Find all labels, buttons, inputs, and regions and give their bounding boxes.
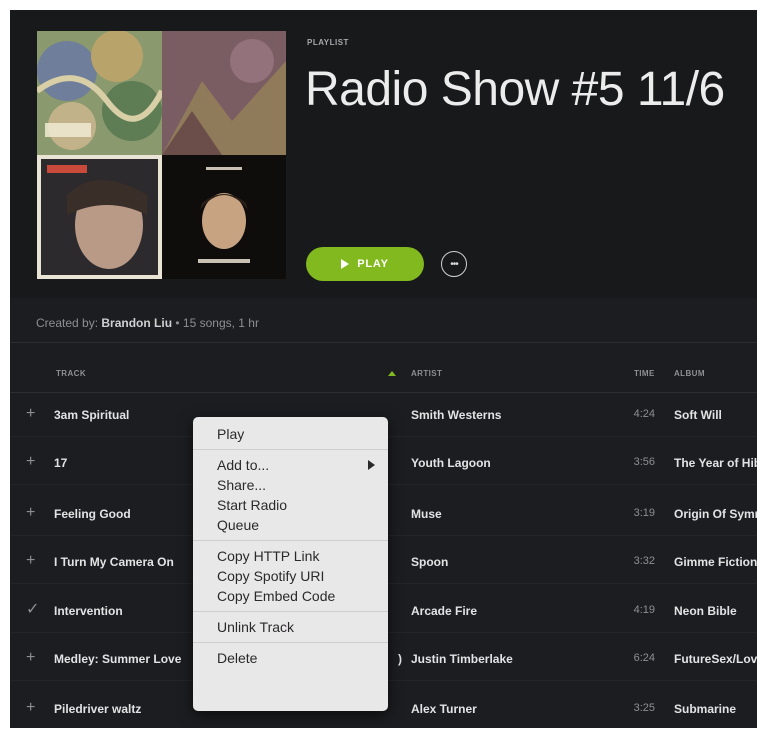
track-name-tail: ): [398, 652, 402, 666]
add-track-icon[interactable]: +: [26, 453, 35, 471]
owner-link[interactable]: Brandon Liu: [101, 316, 172, 330]
track-artist[interactable]: Justin Timberlake: [411, 652, 513, 666]
track-album[interactable]: Origin Of Symmetry: [674, 507, 757, 521]
column-header-album[interactable]: ALBUM: [674, 369, 705, 378]
menu-item-queue[interactable]: Queue: [193, 515, 388, 535]
playlist-header: PLAYLIST Radio Show #5 11/6 PLAY •••: [10, 10, 757, 298]
track-time: 3:19: [633, 507, 655, 519]
add-track-icon[interactable]: +: [26, 405, 35, 423]
track-album[interactable]: Neon Bible: [674, 604, 757, 618]
track-name: Piledriver waltz: [54, 702, 142, 716]
track-album[interactable]: Soft Will: [674, 408, 757, 422]
menu-item-share[interactable]: Share...: [193, 475, 388, 495]
spotify-window: PLAYLIST Radio Show #5 11/6 PLAY ••• Cre…: [10, 10, 757, 728]
track-artist[interactable]: Alex Turner: [411, 702, 477, 716]
play-icon: [341, 259, 350, 269]
menu-separator: [193, 642, 388, 643]
menu-separator: [193, 611, 388, 612]
created-by-label: Created by:: [36, 316, 99, 330]
menu-item-start-radio[interactable]: Start Radio: [193, 495, 388, 515]
track-album[interactable]: Submarine: [674, 702, 757, 716]
sort-ascending-icon[interactable]: [388, 371, 396, 376]
track-artist[interactable]: Spoon: [411, 555, 448, 569]
add-track-icon[interactable]: +: [26, 504, 35, 522]
track-album[interactable]: The Year of Hibernation: [674, 456, 757, 470]
menu-separator: [193, 540, 388, 541]
header-divider: [10, 392, 757, 393]
saved-check-icon[interactable]: ✓: [26, 601, 39, 619]
track-name: Medley: Summer Love: [54, 652, 182, 666]
column-header-time[interactable]: TIME: [634, 369, 655, 378]
track-artist[interactable]: Smith Westerns: [411, 408, 501, 422]
track-time: 3:56: [633, 456, 655, 468]
track-context-menu: Play Add to... Share... Start Radio Queu…: [193, 417, 388, 711]
track-time: 3:25: [633, 702, 655, 714]
play-button-label: PLAY: [357, 258, 389, 270]
track-time: 4:24: [633, 408, 655, 420]
track-name: I Turn My Camera On: [54, 555, 174, 569]
track-time: 4:19: [633, 604, 655, 616]
track-name: 17: [54, 456, 68, 470]
track-name: 3am Spiritual: [54, 408, 130, 422]
menu-item-add-to[interactable]: Add to...: [193, 455, 388, 475]
menu-item-unlink-track[interactable]: Unlink Track: [193, 617, 388, 637]
column-header-artist[interactable]: ARTIST: [411, 369, 442, 378]
playlist-meta: Created by: Brandon Liu • 15 songs, 1 hr: [36, 316, 259, 330]
menu-item-copy-spotify-uri[interactable]: Copy Spotify URI: [193, 566, 388, 586]
menu-item-delete[interactable]: Delete: [193, 648, 388, 668]
track-time: 6:24: [633, 652, 655, 664]
track-album[interactable]: FutureSex/LoveSounds: [674, 652, 757, 666]
divider: [10, 342, 757, 343]
menu-item-copy-embed-code[interactable]: Copy Embed Code: [193, 586, 388, 606]
page-title: Radio Show #5 11/6: [305, 63, 725, 116]
cover-art-3: [37, 155, 162, 279]
add-track-icon[interactable]: +: [26, 649, 35, 667]
track-artist[interactable]: Muse: [411, 507, 442, 521]
menu-separator: [193, 449, 388, 450]
cover-art-2: [162, 31, 286, 155]
add-track-icon[interactable]: +: [26, 552, 35, 570]
track-album[interactable]: Gimme Fiction: [674, 555, 757, 569]
add-track-icon[interactable]: +: [26, 699, 35, 717]
menu-item-play[interactable]: Play: [193, 424, 388, 444]
playlist-summary: • 15 songs, 1 hr: [172, 316, 259, 330]
more-options-button[interactable]: •••: [441, 251, 467, 277]
cover-art-1: [37, 31, 162, 155]
column-header-track[interactable]: TRACK: [56, 369, 86, 378]
play-button[interactable]: PLAY: [306, 247, 424, 281]
track-artist[interactable]: Youth Lagoon: [411, 456, 491, 470]
track-time: 3:32: [633, 555, 655, 567]
menu-item-copy-http-link[interactable]: Copy HTTP Link: [193, 546, 388, 566]
more-icon: •••: [450, 258, 458, 270]
playlist-type-label: PLAYLIST: [307, 38, 349, 47]
cover-art-4: [162, 155, 286, 279]
track-artist[interactable]: Arcade Fire: [411, 604, 477, 618]
submenu-arrow-icon: [368, 460, 375, 470]
menu-item-add-to-label: Add to...: [217, 457, 270, 473]
track-name: Intervention: [54, 604, 123, 618]
track-name: Feeling Good: [54, 507, 131, 521]
